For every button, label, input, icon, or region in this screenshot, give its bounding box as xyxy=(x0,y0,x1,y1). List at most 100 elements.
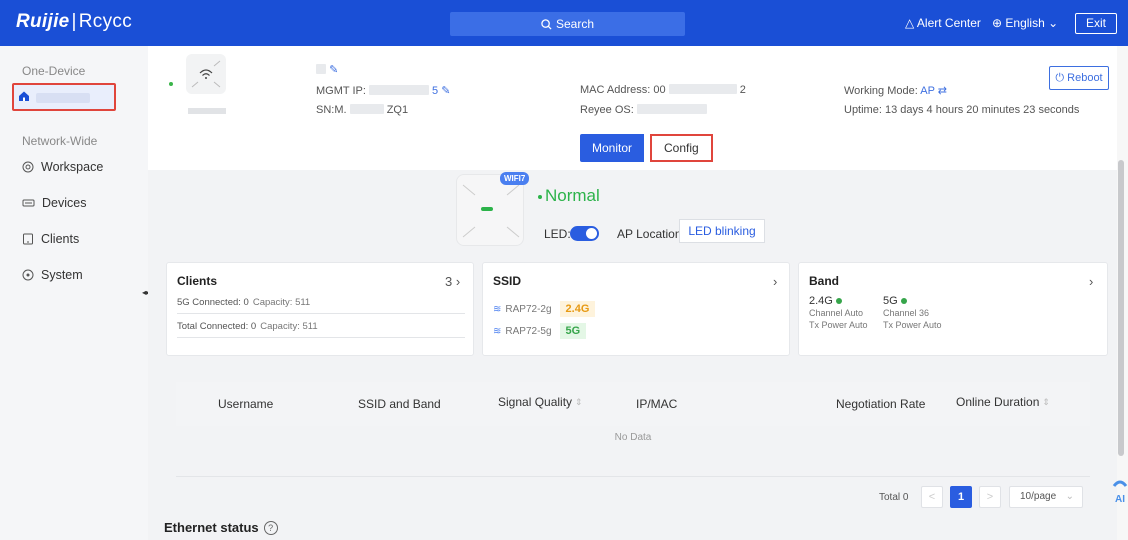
mac-tail: 2 xyxy=(739,84,746,96)
sidebar-item-devices[interactable]: Devices xyxy=(22,196,86,210)
edit-name-icon[interactable]: ✎ xyxy=(329,64,338,76)
ssid-card-title: SSID xyxy=(493,274,522,288)
sort-icon[interactable]: ⇕ xyxy=(1042,397,1050,408)
ssid-name: RAP72-2g xyxy=(505,303,552,315)
tab-monitor[interactable]: Monitor xyxy=(580,134,645,162)
column-label: Online Duration xyxy=(956,395,1040,409)
column-signal-quality[interactable]: Signal Quality ⇕ xyxy=(498,395,583,409)
ap-device-icon xyxy=(186,54,226,94)
brand-logo[interactable]: Ruijie | Rcycc xyxy=(16,11,132,33)
sidebar-item-current-device[interactable] xyxy=(12,83,116,111)
monitor-content: WIFI7 Normal LED: AP Location: LED blink… xyxy=(148,170,1120,540)
working-mode-value[interactable]: AP xyxy=(920,85,934,97)
view-tabs: Monitor Config xyxy=(580,134,713,162)
mac-label: MAC Address: 00 xyxy=(580,84,666,96)
page-number-button[interactable]: 1 xyxy=(950,486,972,508)
search-button[interactable]: Search xyxy=(450,12,685,36)
band-5g-info: 5G Channel 36 Tx Power Auto xyxy=(883,295,942,331)
logo-separator: | xyxy=(71,11,77,32)
led-label: LED: xyxy=(544,227,571,241)
wifi-icon: ≋ xyxy=(493,325,502,337)
column-label: IP/MAC xyxy=(636,397,678,411)
main-panel: ✎ MGMT IP: 5 ✎ SN:M. ZQ1 MAC Address: 00… xyxy=(148,46,1120,540)
table-header xyxy=(176,382,1090,426)
workspace-icon xyxy=(22,161,34,173)
sidebar: One-Device Network-Wide Workspace Device… xyxy=(0,46,148,540)
alert-center-link[interactable]: △ Alert Center xyxy=(905,16,981,30)
band-5g-status-dot xyxy=(900,298,907,304)
empty-table-message: No Data xyxy=(614,432,652,443)
working-mode-row: Working Mode: AP ⇄ xyxy=(844,84,947,97)
power-icon: ⏻ xyxy=(1055,72,1065,84)
wifi7-badge: WIFI7 xyxy=(500,172,530,185)
sidebar-item-workspace[interactable]: Workspace xyxy=(22,160,103,174)
divider xyxy=(177,313,465,314)
sidebar-item-clients[interactable]: Clients xyxy=(22,232,79,246)
chevron-right-icon[interactable]: › xyxy=(1089,274,1093,289)
clients-total-connected: Total Connected: 0 xyxy=(177,321,257,332)
mgmt-ip-redacted xyxy=(368,85,429,95)
edit-ip-icon[interactable]: ✎ xyxy=(441,85,450,97)
system-icon xyxy=(22,269,34,281)
clients-5g-row: 5G Connected: 0 Capacity: 511 xyxy=(177,297,310,308)
ssid-card: SSID › ≋ RAP72-2g 2.4G ≋ RAP72-5g 5G xyxy=(482,262,790,356)
os-version-redacted xyxy=(636,104,707,114)
divider xyxy=(177,337,465,338)
globe-icon: ⊕ xyxy=(992,16,1003,30)
sidebar-item-label: Workspace xyxy=(41,160,104,174)
mgmt-ip-label: MGMT IP: xyxy=(316,85,366,97)
prev-page-button[interactable]: < xyxy=(921,486,943,508)
wifi-icon: ≋ xyxy=(493,303,502,315)
clients-card-link[interactable]: 3 › xyxy=(445,274,460,289)
band-24g-info: 2.4G Channel Auto Tx Power Auto xyxy=(809,295,868,331)
sn-redacted xyxy=(349,104,384,114)
bell-icon: △ xyxy=(905,16,915,30)
page-size-select[interactable]: 10/page ⌄ xyxy=(1009,486,1083,508)
ai-assistant-icon[interactable]: AI xyxy=(1110,472,1128,508)
os-row: Reyee OS: xyxy=(580,104,707,116)
sidebar-item-label: Clients xyxy=(41,232,80,246)
column-label: Negotiation Rate xyxy=(836,397,926,411)
column-online-duration[interactable]: Online Duration ⇕ xyxy=(956,395,1050,409)
page-size-value: 10/page xyxy=(1020,491,1057,502)
chevron-right-icon[interactable]: › xyxy=(773,274,777,289)
sort-icon[interactable]: ⇕ xyxy=(575,397,583,408)
chevron-right-icon: › xyxy=(455,274,461,289)
led-toggle[interactable] xyxy=(570,226,599,241)
os-label: Reyee OS: xyxy=(580,104,634,116)
led-blinking-button[interactable]: LED blinking xyxy=(679,219,765,243)
ap-location-label: AP Location: xyxy=(617,227,685,241)
scrollbar-thumb[interactable] xyxy=(1118,160,1124,456)
ethernet-status-title: Ethernet status xyxy=(164,520,259,535)
language-selector[interactable]: ⊕ English ⌄ xyxy=(992,16,1058,30)
exit-button[interactable]: Exit xyxy=(1075,13,1117,34)
band-24g-power: Tx Power Auto xyxy=(809,320,868,330)
help-icon[interactable]: ? xyxy=(263,520,278,535)
svg-text:AI: AI xyxy=(1115,494,1125,505)
band-5g-label: 5G xyxy=(883,295,898,307)
devices-icon xyxy=(22,199,35,207)
clients-count: 3 xyxy=(445,274,453,289)
switch-mode-icon[interactable]: ⇄ xyxy=(938,85,947,97)
clients-table: Username SSID and Band Signal Quality ⇕ I… xyxy=(176,382,1090,508)
logo-product: Rcycc xyxy=(78,11,133,32)
column-negotiation-rate: Negotiation Rate xyxy=(836,397,925,411)
uptime-text: Uptime: 13 days 4 hours 20 minutes 23 se… xyxy=(844,104,1080,116)
column-ip-mac: IP/MAC xyxy=(636,397,677,411)
sidebar-item-system[interactable]: System xyxy=(22,268,83,282)
one-device-heading: One-Device xyxy=(22,64,86,78)
column-label: Username xyxy=(218,397,274,411)
reboot-button[interactable]: ⏻ Reboot xyxy=(1049,66,1109,90)
device-name-row: ✎ xyxy=(316,63,338,76)
band-5g-channel: Channel 36 xyxy=(883,308,930,318)
tab-config[interactable]: Config xyxy=(650,134,713,162)
sn-label: SN:M. xyxy=(316,104,347,116)
logo-brand: Ruijie xyxy=(16,11,70,32)
column-label: Signal Quality xyxy=(498,395,573,409)
column-username: Username xyxy=(218,397,273,411)
band-24g-channel: Channel Auto xyxy=(809,308,864,318)
ssid-item: ≋ RAP72-2g 2.4G xyxy=(493,301,596,317)
column-ssid-band: SSID and Band xyxy=(358,397,441,411)
search-icon xyxy=(541,19,552,30)
next-page-button[interactable]: > xyxy=(979,486,1001,508)
